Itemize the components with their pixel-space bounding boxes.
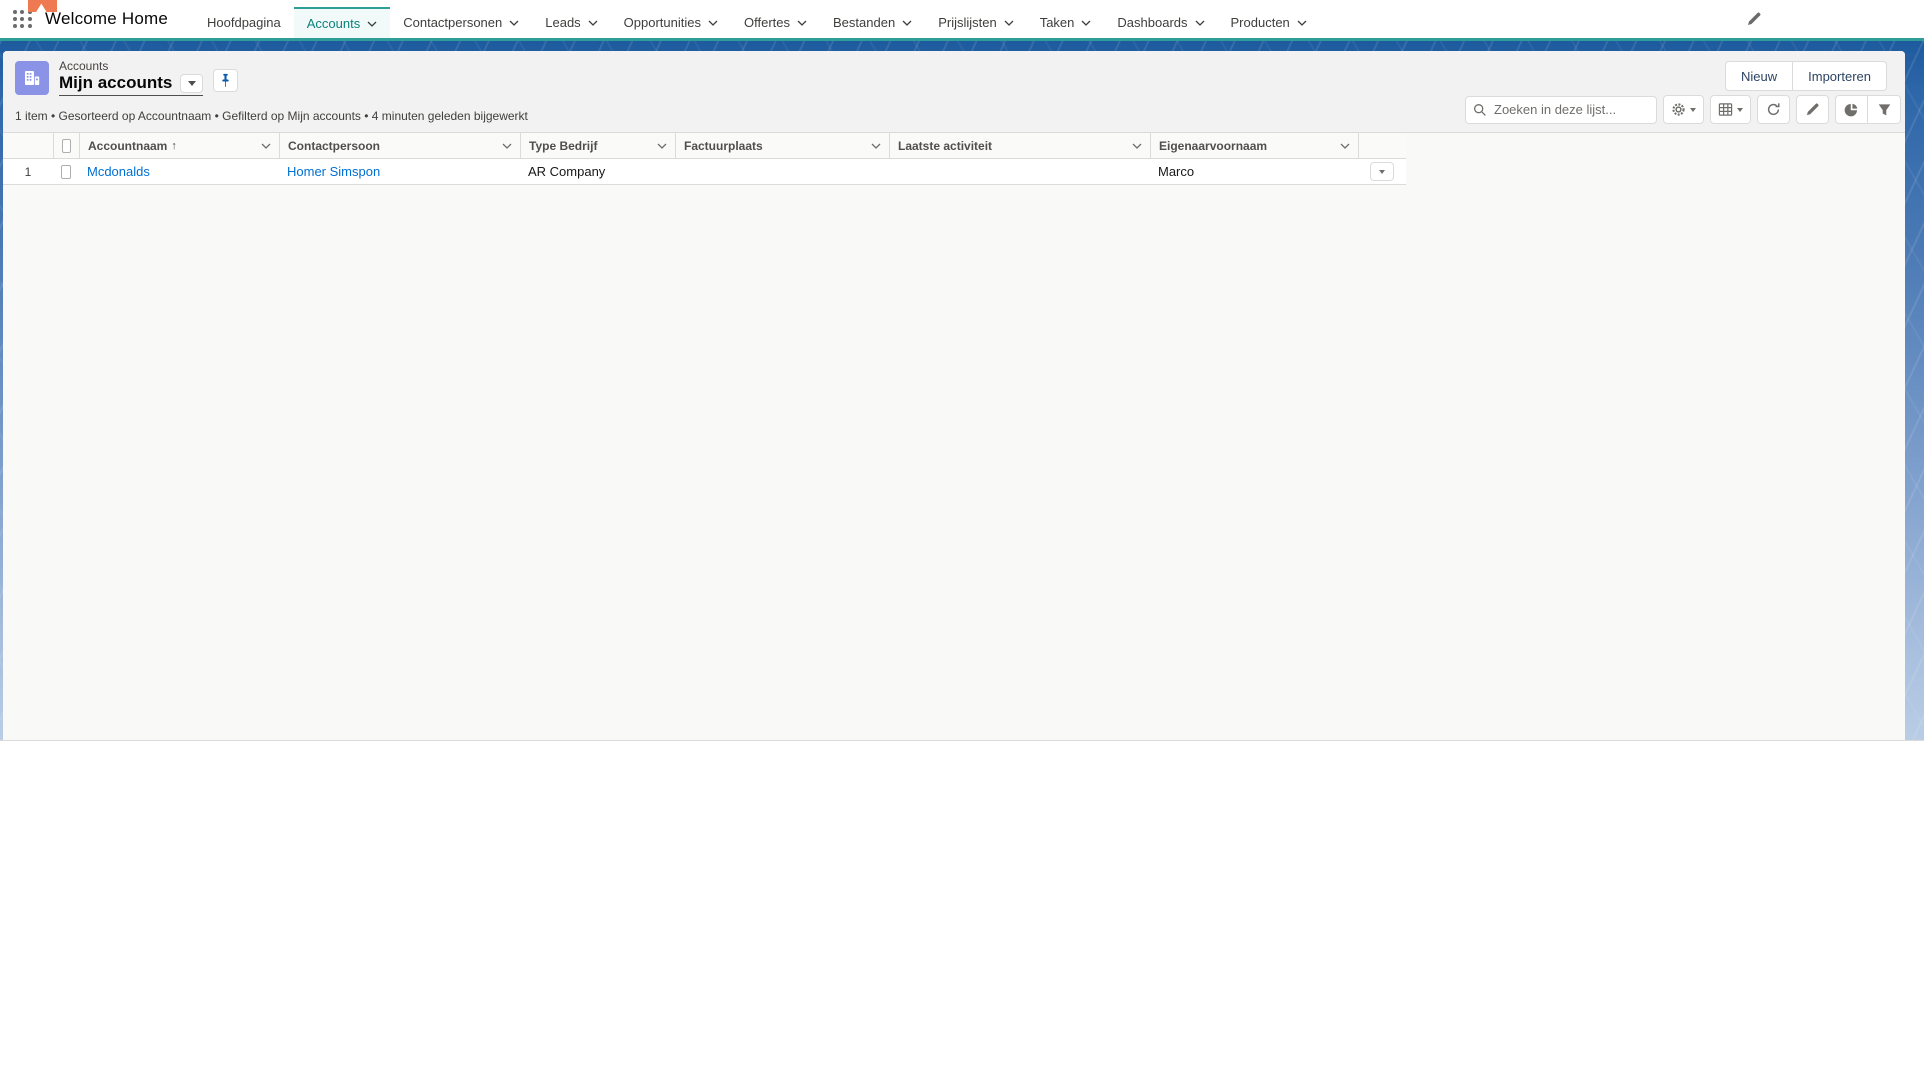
accounts-object-icon bbox=[15, 61, 49, 95]
tab-hoofdpagina[interactable]: Hoofdpagina bbox=[194, 7, 294, 38]
tab-leads[interactable]: Leads bbox=[532, 7, 610, 38]
column-header-eigenaarvoornaam[interactable]: Eigenaarvoornaam bbox=[1150, 133, 1358, 158]
table-header-row: Accountnaam ↑ Contactpersoon Type Bedrij… bbox=[3, 133, 1406, 159]
pushpin-icon bbox=[222, 73, 230, 87]
chevron-down-icon bbox=[1195, 20, 1204, 26]
tab-producten[interactable]: Producten bbox=[1218, 7, 1320, 38]
tab-contactpersonen[interactable]: Contactpersonen bbox=[390, 7, 532, 38]
list-actions: Nieuw Importeren bbox=[1725, 61, 1887, 91]
chevron-down-icon bbox=[797, 20, 807, 26]
tab-prijslijsten[interactable]: Prijslijsten bbox=[925, 7, 1027, 38]
filters-button[interactable] bbox=[1868, 95, 1901, 124]
edit-nav-pencil-icon[interactable] bbox=[1746, 11, 1762, 27]
row-number-header bbox=[3, 133, 53, 158]
pie-chart-icon bbox=[1844, 103, 1858, 117]
table-grid-icon bbox=[1718, 103, 1733, 116]
row-checkbox[interactable] bbox=[61, 164, 71, 179]
chart-filter-group bbox=[1835, 95, 1901, 124]
accounts-table: Accountnaam ↑ Contactpersoon Type Bedrij… bbox=[3, 133, 1406, 185]
display-as-button[interactable] bbox=[1710, 95, 1751, 124]
column-header-contactpersoon[interactable]: Contactpersoon bbox=[279, 133, 520, 158]
list-view-name: Mijn accounts bbox=[59, 73, 173, 92]
orange-logo-fragment bbox=[28, 0, 57, 12]
tab-offertes[interactable]: Offertes bbox=[731, 7, 820, 38]
refresh-button[interactable] bbox=[1757, 95, 1790, 124]
column-header-factuurplaats[interactable]: Factuurplaats bbox=[675, 133, 889, 158]
import-button[interactable]: Importeren bbox=[1793, 61, 1887, 91]
triangle-down-icon bbox=[187, 80, 196, 86]
row-number: 1 bbox=[24, 164, 32, 179]
column-header-accountnaam[interactable]: Accountnaam ↑ bbox=[79, 133, 279, 158]
refresh-icon bbox=[1767, 103, 1780, 116]
list-view-dropdown-button[interactable] bbox=[180, 73, 204, 93]
entity-label: Accounts bbox=[59, 59, 109, 73]
gear-icon bbox=[1672, 103, 1685, 116]
tab-taken[interactable]: Taken bbox=[1027, 7, 1105, 38]
select-all-cell bbox=[53, 133, 79, 158]
list-view-header: Accounts Mijn accounts Nieuw Importeren bbox=[3, 51, 1905, 133]
search-icon bbox=[1474, 103, 1486, 116]
row-actions-button[interactable] bbox=[1370, 162, 1394, 181]
eigenaarvoornaam-value: Marco bbox=[1158, 164, 1195, 179]
account-name-link[interactable]: Mcdonalds bbox=[87, 164, 150, 179]
list-view-selector[interactable]: Mijn accounts bbox=[59, 73, 204, 96]
chevron-down-icon[interactable] bbox=[502, 143, 512, 149]
building-icon bbox=[25, 71, 40, 85]
nav-tabs: Hoofdpagina Accounts Contactpersonen Lea… bbox=[194, 7, 1320, 38]
chevron-down-icon[interactable] bbox=[1340, 143, 1350, 149]
chevron-down-icon bbox=[1004, 20, 1014, 26]
app-name: Welcome Home bbox=[45, 9, 169, 28]
tab-dashboards[interactable]: Dashboards bbox=[1104, 7, 1217, 38]
chevron-down-icon[interactable] bbox=[1132, 143, 1142, 149]
select-all-checkbox[interactable] bbox=[62, 138, 71, 153]
accounts-list-view-card: Accounts Mijn accounts Nieuw Importeren bbox=[3, 51, 1905, 740]
chevron-down-icon bbox=[708, 20, 718, 26]
tab-opportunities[interactable]: Opportunities bbox=[611, 7, 731, 38]
column-header-type-bedrijf[interactable]: Type Bedrijf bbox=[520, 133, 675, 158]
pin-list-button[interactable] bbox=[213, 69, 239, 92]
sort-asc-icon: ↑ bbox=[171, 139, 177, 152]
chevron-down-icon[interactable] bbox=[871, 143, 881, 149]
app-launcher-icon[interactable] bbox=[13, 9, 32, 29]
list-search bbox=[1465, 95, 1657, 124]
column-header-laatste-activiteit[interactable]: Laatste activiteit bbox=[889, 133, 1150, 158]
chevron-down-icon bbox=[367, 21, 377, 27]
table-row: 1 Mcdonalds Homer Simspon AR Company Mar… bbox=[3, 159, 1406, 185]
tab-bestanden[interactable]: Bestanden bbox=[820, 7, 925, 38]
list-status-line: 1 item • Gesorteerd op Accountnaam • Gef… bbox=[15, 108, 528, 123]
chevron-down-icon bbox=[509, 20, 519, 26]
tab-accounts[interactable]: Accounts bbox=[293, 7, 391, 38]
global-navigation-bar: Welcome Home Hoofdpagina Accounts Contac… bbox=[0, 0, 1924, 41]
chevron-down-icon bbox=[588, 20, 598, 26]
triangle-down-icon bbox=[1379, 169, 1385, 174]
chevron-down-icon[interactable] bbox=[657, 143, 667, 149]
edit-list-button[interactable] bbox=[1796, 95, 1829, 124]
empty-area-below-app bbox=[0, 740, 1924, 1068]
pencil-icon bbox=[1806, 103, 1819, 116]
actions-column-header bbox=[1358, 133, 1406, 158]
chevron-down-icon[interactable] bbox=[261, 143, 271, 149]
funnel-icon bbox=[1878, 104, 1890, 116]
type-bedrijf-value: AR Company bbox=[528, 164, 606, 179]
list-settings-button[interactable] bbox=[1663, 95, 1704, 124]
charts-button[interactable] bbox=[1835, 95, 1868, 124]
chevron-down-icon bbox=[902, 20, 912, 26]
contact-link[interactable]: Homer Simspon bbox=[287, 164, 380, 179]
search-input[interactable] bbox=[1465, 95, 1657, 124]
chevron-down-icon bbox=[1297, 20, 1307, 26]
chevron-down-icon bbox=[1081, 20, 1091, 26]
caret-down-icon bbox=[1737, 107, 1743, 112]
caret-down-icon bbox=[1690, 107, 1696, 112]
new-button[interactable]: Nieuw bbox=[1725, 61, 1794, 91]
